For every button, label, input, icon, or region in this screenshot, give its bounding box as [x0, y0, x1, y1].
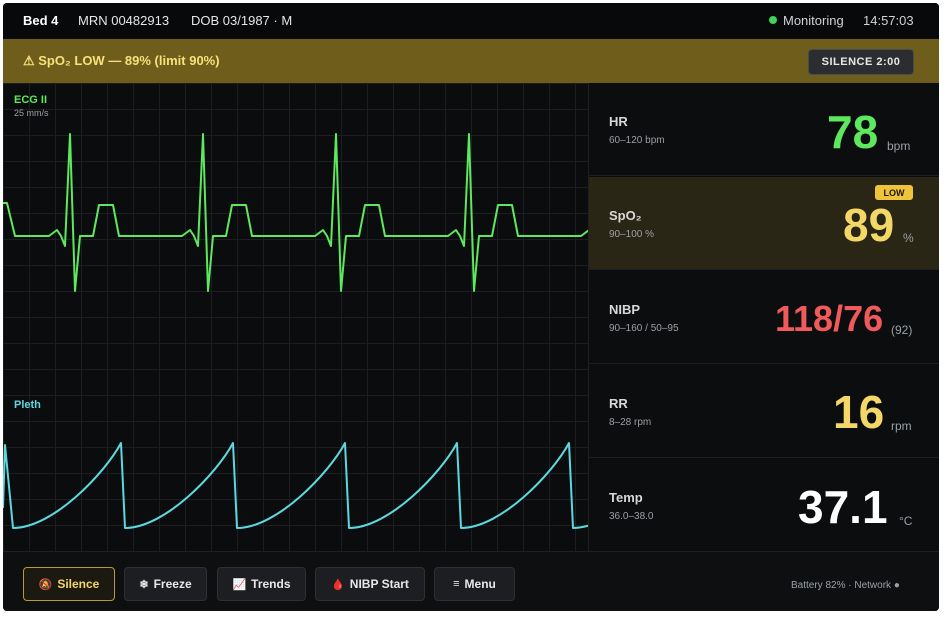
menu-icon: ≡ [453, 578, 460, 590]
vital-value: 37.1 [798, 481, 888, 533]
monitoring-status: Monitoring [769, 13, 844, 28]
blood-drop-icon: 🩸 [331, 578, 345, 591]
vital-name: RR [609, 396, 628, 411]
vital-value: 89 [843, 199, 895, 251]
vital-temp[interactable]: Temp 36.0–38.0 37.1 °C [589, 459, 939, 552]
vital-hr[interactable]: HR 60–120 bpm 78 bpm [589, 83, 939, 176]
monitoring-status-text: Monitoring [783, 13, 844, 28]
vital-range: 90–160 / 50–95 [609, 323, 679, 334]
low-badge: LOW [875, 185, 913, 200]
monitor-screen: Bed 4 MRN 00482913 DOB 03/1987 · M Monit… [3, 3, 939, 611]
button-label: Trends [251, 577, 291, 591]
vital-value: 118/76 [775, 298, 884, 339]
patient-header: Bed 4 MRN 00482913 DOB 03/1987 · M Monit… [3, 3, 939, 40]
vital-unit: bpm [887, 139, 911, 153]
vital-unit: (92) [891, 323, 913, 337]
vital-value: 16 [833, 386, 885, 438]
nibp-start-button[interactable]: 🩸 NIBP Start [315, 567, 425, 601]
vital-value: 78 [827, 106, 879, 158]
vital-range: 36.0–38.0 [609, 511, 654, 522]
vital-unit: % [903, 231, 914, 245]
trends-button[interactable]: 📈 Trends [217, 567, 306, 601]
status-dot-icon [769, 16, 777, 24]
button-label: Freeze [153, 577, 192, 591]
alarm-banner: ⚠ SpO₂ LOW — 89% (limit 90%) SILENCE 2:0… [3, 39, 939, 84]
vital-name: Temp [609, 490, 643, 505]
ecg-waveform [3, 133, 588, 292]
bell-off-icon: 🔕 [38, 578, 53, 591]
pleth-waveform [3, 442, 588, 529]
silence-timer-button[interactable]: SILENCE 2:00 [808, 49, 914, 75]
mrn-label: MRN 00482913 [78, 13, 170, 28]
vital-unit: rpm [891, 419, 912, 433]
button-label: Silence [57, 577, 100, 591]
vital-unit: °C [899, 514, 913, 528]
vital-spo2[interactable]: LOW SpO₂ 90–100 % 89 % [589, 177, 939, 270]
action-bar: 🔕 Silence ❄ Freeze 📈 Trends 🩸 NIBP Start… [3, 551, 939, 611]
silence-button[interactable]: 🔕 Silence [23, 567, 115, 601]
waveform-area: ECG II 25 mm/s Pleth [3, 83, 589, 551]
device-status: Battery 82% · Network ● [791, 580, 900, 591]
freeze-button[interactable]: ❄ Freeze [124, 567, 207, 601]
vital-name: HR [609, 114, 628, 129]
vital-nibp[interactable]: NIBP 90–160 / 50–95 118/76 (92) [589, 271, 939, 364]
snowflake-icon: ❄ [139, 578, 149, 591]
vital-range: 90–100 % [609, 229, 655, 240]
vital-range: 8–28 rpm [609, 417, 652, 428]
menu-button[interactable]: ≡ Menu [434, 567, 515, 601]
button-label: NIBP Start [349, 577, 409, 591]
vital-rr[interactable]: RR 8–28 rpm 16 rpm [589, 365, 939, 458]
dob-label: DOB 03/1987 · M [191, 13, 293, 28]
chart-icon: 📈 [232, 578, 247, 591]
button-label: Menu [464, 577, 496, 591]
vitals-panel: HR 60–120 bpm 78 bpm LOW SpO₂ 90–100 % 8… [589, 83, 939, 552]
vital-name: NIBP [609, 302, 641, 317]
bed-label: Bed 4 [23, 13, 59, 28]
vital-name: SpO₂ [609, 208, 642, 223]
vital-range: 60–120 bpm [609, 135, 665, 146]
clock: 14:57:03 [863, 13, 914, 28]
alarm-message: ⚠ SpO₂ LOW — 89% (limit 90%) [23, 53, 220, 68]
